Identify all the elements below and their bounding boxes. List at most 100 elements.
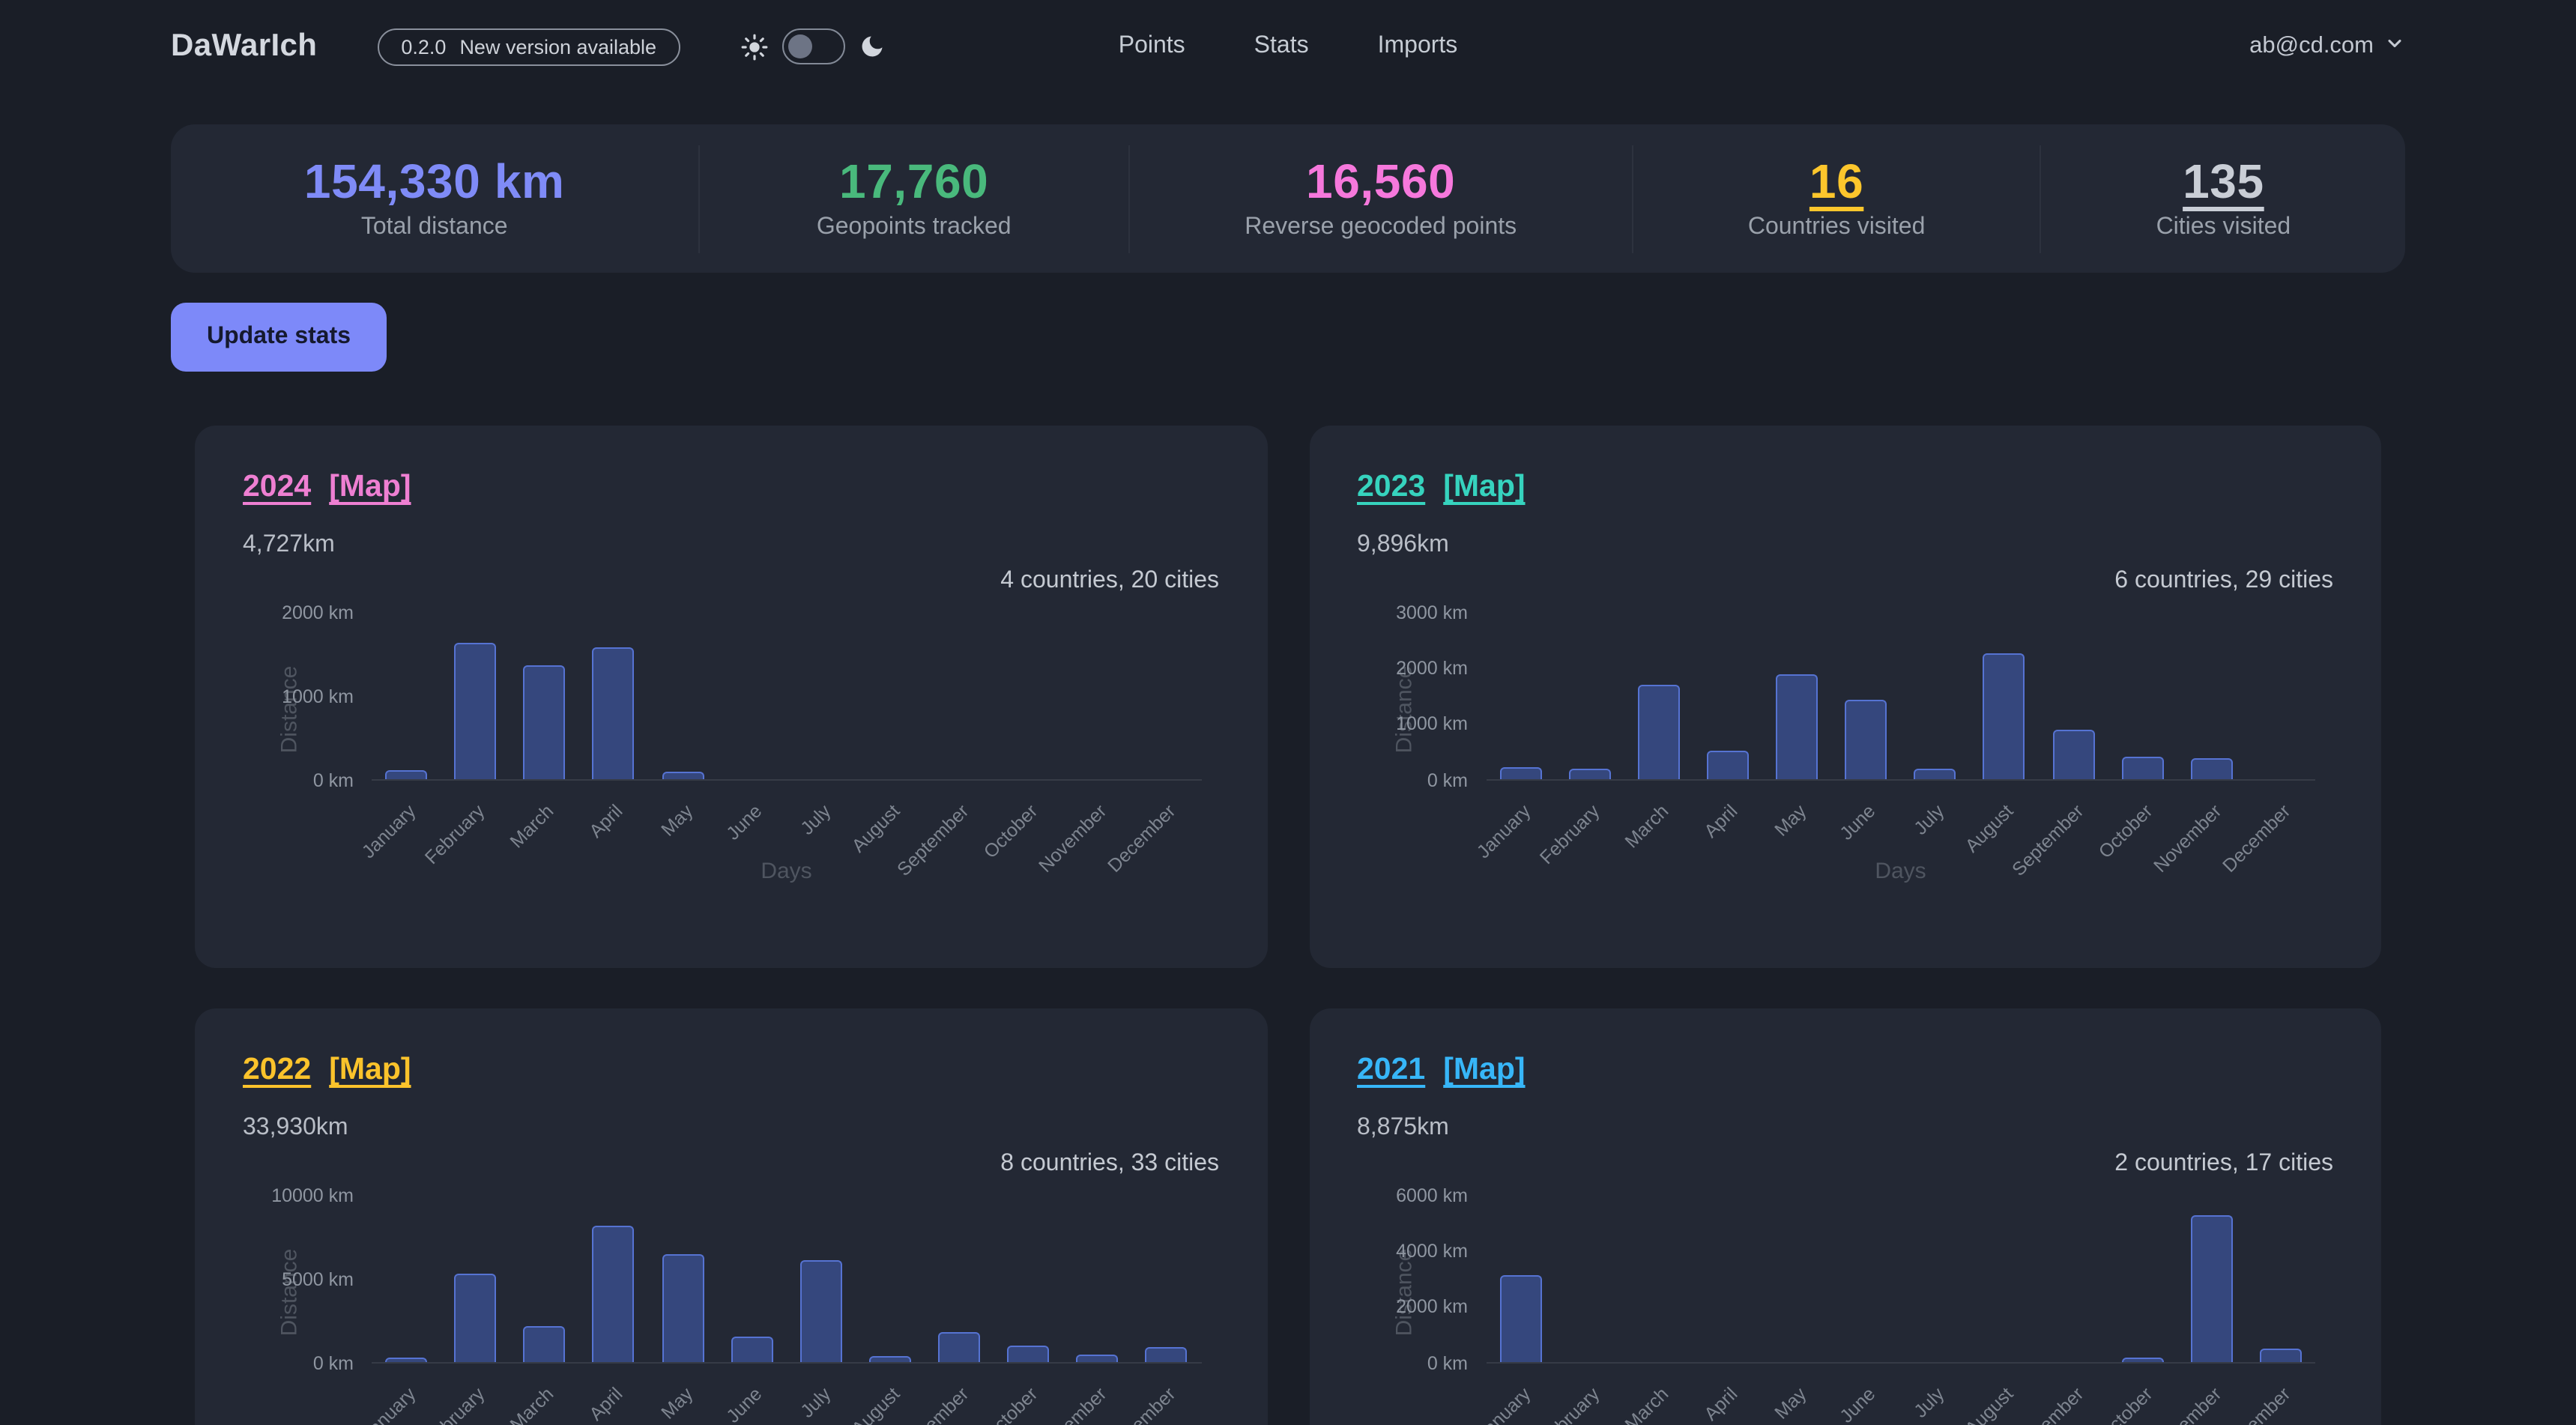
x-axis-tick: October — [981, 1384, 1041, 1425]
map-link-2023[interactable]: [Map] — [1443, 471, 1525, 504]
x-axis-tick: September — [895, 1384, 973, 1425]
geopoints-label: Geopoints tracked — [817, 214, 1012, 240]
bar-april — [593, 1225, 635, 1361]
summary-stats-panel: 154,330 km Total distance 17,760 Geopoin… — [171, 124, 2405, 273]
bar-february — [1568, 769, 1610, 778]
bar-october — [2121, 756, 2163, 778]
map-link-2022[interactable]: [Map] — [329, 1053, 411, 1087]
bar-april — [1707, 751, 1749, 779]
stat-geopoints: 17,760 Geopoints tracked — [698, 145, 1128, 252]
moon-icon — [859, 33, 886, 60]
x-axis-tick: September — [2009, 1384, 2087, 1425]
bar-december — [1146, 1347, 1188, 1361]
x-axis-tick: March — [1622, 1384, 1672, 1425]
x-axis-tick: May — [658, 1384, 696, 1422]
y-axis-tick: 0 km — [1375, 771, 1468, 790]
countries-visited-link[interactable]: 16 — [1809, 157, 1863, 205]
year-card-2021: 2021 [Map] 8,875km 2 countries, 17 citie… — [1309, 1008, 2381, 1425]
user-menu[interactable]: ab@cd.com — [2249, 32, 2405, 61]
bar-march — [1638, 685, 1680, 778]
y-axis-tick: 1000 km — [261, 687, 354, 706]
nav-link-stats[interactable]: Stats — [1254, 33, 1309, 60]
total-distance-value: 154,330 km — [304, 157, 565, 205]
x-axis-tick: April — [587, 1384, 626, 1424]
bar-march — [524, 1326, 566, 1361]
x-axis-tick: August — [1963, 801, 2018, 856]
map-link-2024[interactable]: [Map] — [329, 471, 411, 504]
bar-january — [1499, 766, 1541, 778]
year-link-2023[interactable]: 2023 — [1357, 471, 1425, 504]
bar-april — [593, 647, 635, 778]
year-summary: 8 countries, 33 cities — [243, 1150, 1219, 1177]
year-link-2022[interactable]: 2022 — [243, 1053, 311, 1087]
plot-area: JanuaryFebruaryMarchAprilMayJuneJulyAugu… — [1486, 612, 2315, 780]
app-logo: DaWarIch — [171, 28, 317, 64]
geopoints-value: 17,760 — [839, 157, 988, 205]
y-axis-tick: 0 km — [1375, 1354, 1468, 1373]
y-axis-tick: 6000 km — [1375, 1186, 1468, 1205]
bar-august — [869, 1356, 911, 1361]
x-axis-tick: April — [1701, 1384, 1741, 1424]
x-axis-tick: May — [658, 801, 696, 839]
year-link-2021[interactable]: 2021 — [1357, 1053, 1425, 1087]
x-axis-tick: January — [1473, 801, 1534, 862]
x-axis-tick: November — [1036, 1384, 1110, 1425]
distance-bar-chart-2023: Distance0 km1000 km2000 km3000 kmJanuary… — [1357, 597, 2333, 906]
version-badge[interactable]: 0.2.0 New version available — [377, 28, 680, 65]
dashboard-page: DaWarIch 0.2.0 New version available — [0, 0, 2576, 1425]
stat-reverse-geocoded: 16,560 Reverse geocoded points — [1128, 145, 1632, 252]
nav-link-imports[interactable]: Imports — [1378, 33, 1458, 60]
x-axis-title: Days — [1486, 858, 2315, 883]
y-axis-tick: 4000 km — [1375, 1242, 1468, 1261]
year-card-2022: 2022 [Map] 33,930km 8 countries, 33 citi… — [195, 1008, 1267, 1425]
x-axis-tick: December — [2219, 1384, 2294, 1425]
year-link-2024[interactable]: 2024 — [243, 471, 311, 504]
x-axis-tick: April — [587, 801, 626, 841]
bar-september — [938, 1332, 980, 1361]
x-axis-tick: April — [1701, 801, 1741, 841]
x-axis-tick: March — [508, 1384, 558, 1425]
x-axis-tick: August — [1963, 1384, 2018, 1425]
x-axis-tick: June — [723, 801, 765, 843]
theme-toggle[interactable] — [782, 28, 845, 64]
x-axis-tick: December — [1105, 1384, 1179, 1425]
user-email: ab@cd.com — [2249, 33, 2374, 60]
year-distance: 8,875km — [1357, 1114, 2333, 1141]
plot-area: JanuaryFebruaryMarchAprilMayJuneJulyAugu… — [372, 612, 1201, 780]
cities-visited-link[interactable]: 135 — [2183, 157, 2264, 205]
nav-link-points[interactable]: Points — [1119, 33, 1185, 60]
bar-january — [385, 1357, 427, 1361]
x-axis-tick: August — [849, 1384, 904, 1425]
reverse-geocoded-value: 16,560 — [1306, 157, 1455, 205]
x-axis-tick: June — [1837, 801, 1879, 843]
y-axis-tick: 10000 km — [261, 1186, 354, 1205]
x-axis-tick: March — [508, 801, 558, 851]
bar-january — [1499, 1276, 1541, 1361]
y-axis-title: Distance — [276, 1248, 302, 1336]
x-axis-tick: January — [1473, 1384, 1534, 1425]
y-axis-tick: 3000 km — [1375, 603, 1468, 622]
x-axis-tick: February — [423, 1384, 489, 1425]
y-axis-tick: 2000 km — [1375, 1298, 1468, 1316]
bar-november — [1077, 1355, 1119, 1361]
bar-october — [2121, 1358, 2163, 1361]
year-distance: 33,930km — [243, 1114, 1219, 1141]
year-summary: 6 countries, 29 cities — [1357, 567, 2333, 594]
x-axis-tick: June — [1837, 1384, 1879, 1425]
x-axis-tick: January — [359, 801, 420, 862]
map-link-2021[interactable]: [Map] — [1443, 1053, 1525, 1087]
bar-december — [2260, 1349, 2302, 1361]
nav-links: Points Stats Imports — [1119, 33, 1458, 60]
update-stats-button[interactable]: Update stats — [171, 303, 387, 372]
x-axis-tick: November — [2150, 1384, 2225, 1425]
bar-november — [2191, 759, 2233, 779]
distance-bar-chart-2021: Distance0 km2000 km4000 km6000 kmJanuary… — [1357, 1180, 2333, 1425]
countries-visited-label: Countries visited — [1748, 214, 1926, 240]
x-axis-tick: May — [1772, 801, 1810, 839]
year-summary: 4 countries, 20 cities — [243, 567, 1219, 594]
year-distance: 9,896km — [1357, 531, 2333, 558]
bar-february — [454, 1274, 496, 1361]
chevron-down-icon — [2384, 32, 2405, 61]
bar-may — [1776, 674, 1818, 778]
bar-october — [1007, 1346, 1049, 1362]
